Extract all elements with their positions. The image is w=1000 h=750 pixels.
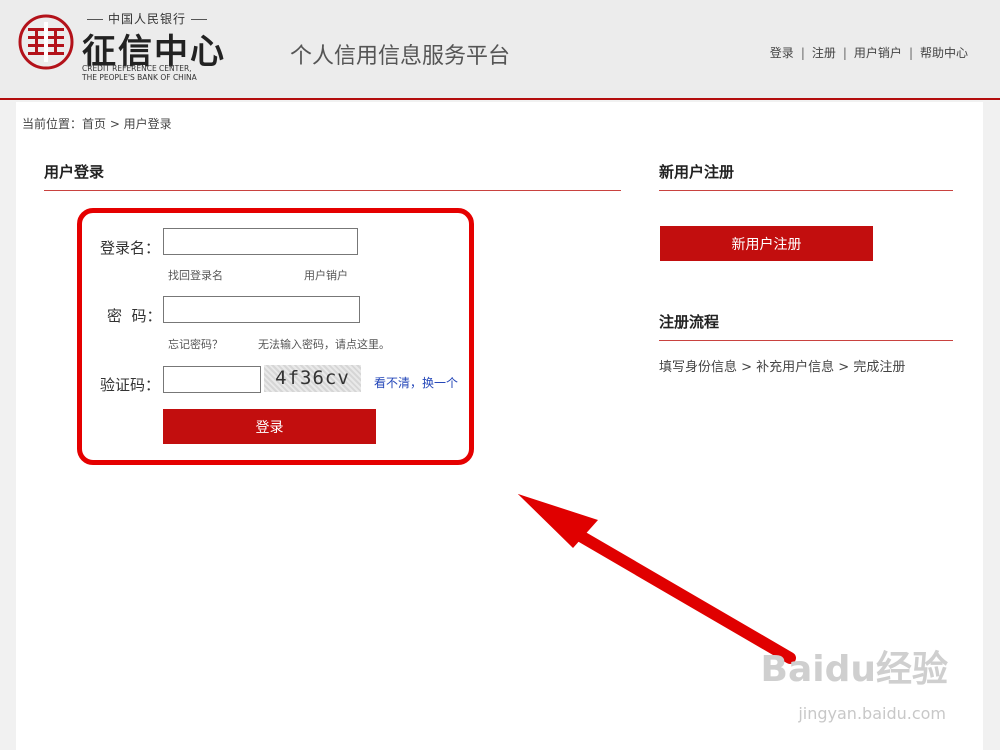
site-header: 中国人民银行 征信中心 CREDIT REFERENCE CENTER, THE… <box>0 0 1000 100</box>
password-label: 密 码： <box>107 307 162 325</box>
nav-login-link[interactable]: 登录 <box>770 46 794 60</box>
login-button[interactable]: 登录 <box>163 409 376 444</box>
baidu-watermark: Baidu经验 <box>760 649 948 690</box>
username-label: 登录名： <box>100 239 161 257</box>
username-input[interactable] <box>163 228 358 255</box>
nav-cancel-account-link[interactable]: 用户销户 <box>854 46 902 60</box>
baidu-watermark-url: jingyan.baidu.com <box>798 704 946 723</box>
site-title: 个人信用信息服务平台 <box>290 44 511 69</box>
top-nav: 登录 | 注册 | 用户销户 | 帮助中心 <box>770 44 968 61</box>
register-flow-title: 注册流程 <box>659 311 953 341</box>
refresh-captcha-link[interactable]: 看不清，换一个 <box>374 374 458 391</box>
nav-help-link[interactable]: 帮助中心 <box>920 46 968 60</box>
nav-separator: | <box>800 46 805 60</box>
captcha-image[interactable]: 4f36cv <box>264 365 361 392</box>
breadcrumb: 当前位置：首页 > 用户登录 <box>22 117 172 131</box>
nav-separator: | <box>842 46 847 60</box>
nav-register-link[interactable]: 注册 <box>812 46 836 60</box>
recover-login-name-link[interactable]: 找回登录名 <box>168 267 223 283</box>
logo-english: CREDIT REFERENCE CENTER, THE PEOPLE'S BA… <box>82 64 197 82</box>
logo-english-line2: THE PEOPLE'S BANK OF CHINA <box>82 73 197 82</box>
cancel-account-link[interactable]: 用户销户 <box>304 267 348 283</box>
logo-english-line1: CREDIT REFERENCE CENTER, <box>82 64 192 73</box>
cannot-input-password-link[interactable]: 无法输入密码，请点这里。 <box>258 336 390 352</box>
register-flow-steps: 填写身份信息 > 补充用户信息 > 完成注册 <box>659 360 906 375</box>
register-section-title: 新用户注册 <box>659 161 953 191</box>
captcha-label: 验证码： <box>100 376 161 394</box>
new-user-register-button[interactable]: 新用户注册 <box>660 226 873 261</box>
password-input[interactable] <box>163 296 360 323</box>
login-form-highlight: 登录名： 找回登录名 用户销户 密 码： 忘记密码？ 无法输入密码，请点这里。 … <box>77 208 474 465</box>
nav-separator: | <box>908 46 913 60</box>
pboc-logo-icon <box>18 14 74 70</box>
login-section-title: 用户登录 <box>44 161 621 191</box>
captcha-input[interactable] <box>163 366 261 393</box>
forgot-password-link[interactable]: 忘记密码？ <box>168 336 223 352</box>
